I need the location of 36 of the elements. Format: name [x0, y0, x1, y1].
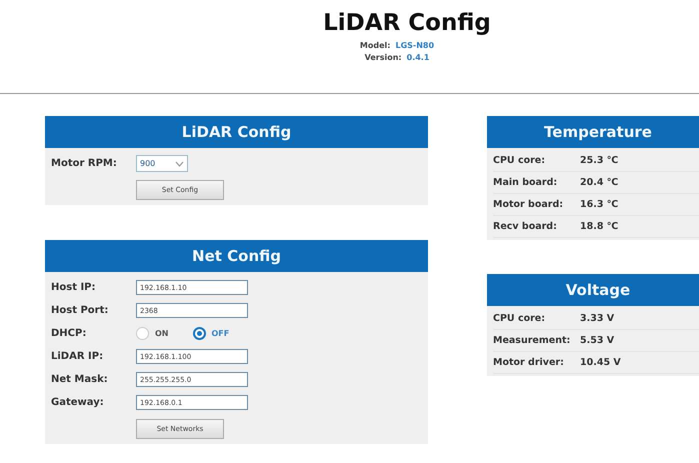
reading-label: Recv board:: [493, 221, 558, 232]
reading-value: 16.3 ℃: [580, 199, 618, 210]
panel-header: Voltage: [487, 274, 699, 306]
radio-label: OFF: [212, 329, 230, 338]
field-label: Gateway:: [51, 397, 105, 408]
field-label: DHCP:: [51, 328, 88, 339]
info-label: Model:: [360, 40, 390, 52]
radio-button[interactable]: [192, 327, 206, 340]
reading-value: 18.8 ℃: [580, 221, 618, 232]
info-value: 0.4.1: [406, 52, 430, 64]
reading-label: Measurement:: [493, 335, 572, 346]
reading-label: CPU core:: [493, 313, 546, 324]
field-label: Motor RPM:: [51, 158, 118, 169]
field-label: Host IP:: [51, 282, 97, 293]
radio-label: ON: [155, 329, 168, 338]
panel-header: Net Config: [45, 240, 428, 272]
radio-button[interactable]: [136, 327, 149, 340]
reading-value: 10.45 V: [580, 357, 621, 368]
info-value: LGS-N80: [395, 40, 434, 52]
field-label: Host Port:: [51, 305, 110, 316]
reading-label: Motor driver:: [493, 357, 565, 368]
field-label: LiDAR IP:: [51, 351, 104, 362]
reading-value: 3.33 V: [580, 313, 614, 324]
rpm-dropdown[interactable]: 900: [136, 155, 188, 172]
reading-label: Motor board:: [493, 199, 564, 210]
caret-icon: [175, 160, 184, 166]
reading-value: 25.3 ℃: [580, 155, 618, 166]
panel-header: Temperature: [487, 116, 699, 148]
page-title: LiDAR Config: [323, 10, 491, 36]
reading-value: 20.4 ℃: [580, 177, 618, 188]
reading-value: 5.53 V: [580, 335, 614, 346]
panel-header: LiDAR Config: [45, 116, 428, 148]
reading-label: CPU core:: [493, 155, 546, 166]
reading-label: Main board:: [493, 177, 558, 188]
field-label: Net Mask:: [51, 374, 109, 385]
info-label: Version:: [364, 52, 402, 64]
